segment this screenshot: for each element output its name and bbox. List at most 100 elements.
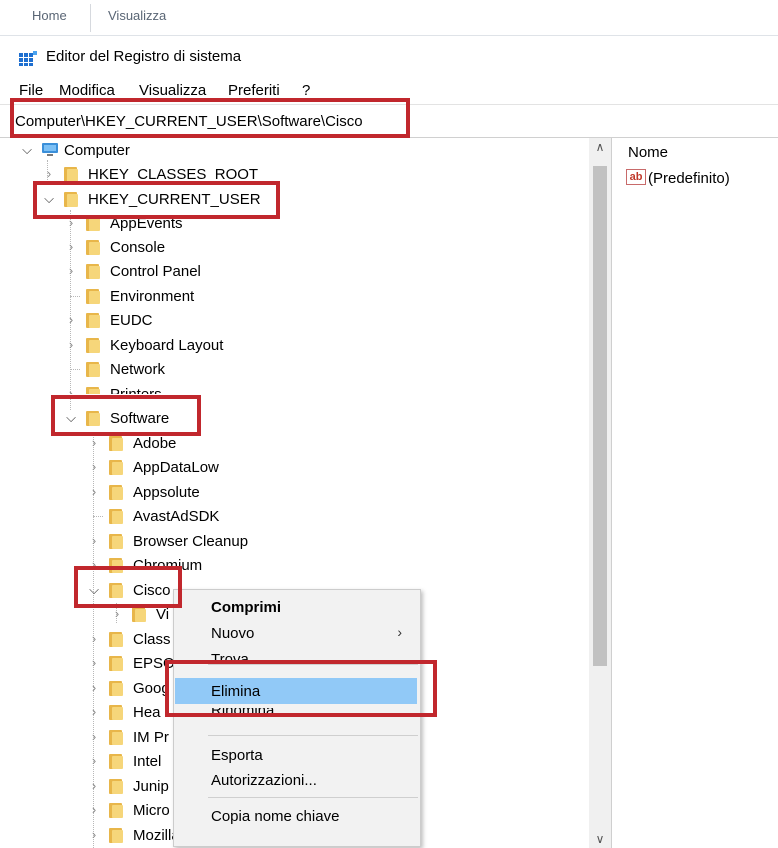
registry-editor-icon [19, 51, 37, 66]
value-name: (Predefinito) [648, 170, 730, 187]
highlight-address-bar [10, 98, 410, 138]
folder-icon [132, 606, 146, 622]
chevron-right-icon[interactable]: › [87, 630, 101, 648]
tree-label: Junip [133, 778, 169, 795]
folder-icon [109, 508, 123, 524]
folder-icon [86, 312, 100, 328]
ribbon: Home Visualizza [0, 0, 778, 36]
chevron-right-icon[interactable]: › [64, 385, 78, 394]
chevron-right-icon[interactable]: › [87, 434, 101, 452]
folder-icon [109, 778, 123, 794]
chevron-right-icon[interactable]: › [87, 532, 101, 550]
tree-node[interactable]: › EUDC [0, 308, 300, 332]
chevron-right-icon[interactable]: › [87, 483, 101, 501]
tree-label: EUDC [110, 312, 153, 329]
tree-node[interactable]: › Browser Cleanup [0, 529, 300, 553]
folder-icon [109, 729, 123, 745]
scroll-thumb[interactable] [593, 166, 607, 666]
chevron-right-icon[interactable]: › [87, 826, 101, 844]
menu-modifica[interactable]: Modifica [59, 82, 115, 99]
tree-node-computer[interactable]: ⌵ Computer [0, 138, 300, 162]
folder-icon [86, 263, 100, 279]
highlight-hkcu [33, 181, 280, 219]
menu-item-collapse[interactable]: Comprimi [174, 594, 420, 620]
tree-node[interactable]: › Console [0, 235, 300, 259]
tree-label: AppDataLow [133, 459, 219, 476]
chevron-right-icon[interactable]: › [87, 752, 101, 770]
string-value-icon: ab [626, 169, 646, 185]
folder-icon [86, 239, 100, 255]
chevron-right-icon[interactable]: › [87, 728, 101, 746]
chevron-right-icon[interactable]: › [87, 703, 101, 721]
tree-label: Hea [133, 704, 161, 721]
tree-label: Class [133, 631, 171, 648]
chevron-right-icon[interactable]: › [87, 777, 101, 795]
chevron-right-icon[interactable]: › [87, 654, 101, 672]
menu-help[interactable]: ? [302, 82, 310, 99]
menu-item-label: Nuovo [211, 625, 255, 642]
menu-file[interactable]: File [19, 82, 43, 99]
menu-item-permissions[interactable]: Autorizzazioni... [174, 767, 420, 793]
tree-label: AvastAdSDK [133, 508, 220, 525]
highlight-elimina [165, 660, 437, 717]
highlight-cisco [74, 566, 182, 608]
scroll-up-icon[interactable]: ∧ [589, 138, 611, 156]
chevron-right-icon[interactable]: › [87, 801, 101, 819]
folder-icon [86, 337, 100, 353]
menu-item-label: Autorizzazioni... [211, 772, 317, 789]
tree-label: Intel [133, 753, 162, 770]
submenu-arrow-icon: › [397, 624, 402, 640]
column-header-name[interactable]: Nome [628, 144, 668, 161]
tree-label: Network [110, 361, 166, 378]
menu-item-export[interactable]: Esporta [174, 742, 420, 768]
menu-item-new[interactable]: Nuovo › [174, 620, 420, 646]
tree-label: Computer [64, 142, 130, 159]
tree-label: IM Pr [133, 729, 169, 746]
folder-icon [64, 166, 78, 182]
tree-node[interactable]: › Printers [0, 382, 300, 394]
menu-item-label: Esporta [211, 747, 263, 764]
tree-node[interactable]: › AppDataLow [0, 455, 300, 479]
chevron-right-icon[interactable]: › [64, 336, 78, 354]
tree-label: Adobe [133, 435, 177, 452]
tree-node[interactable]: › Appsolute [0, 480, 300, 504]
menu-separator [208, 735, 418, 736]
folder-icon [86, 288, 100, 304]
folder-icon [86, 361, 100, 377]
tree-node[interactable]: › Control Panel [0, 259, 300, 283]
window-title: Editor del Registro di sistema [46, 48, 242, 65]
folder-icon [109, 704, 123, 720]
tab-home[interactable]: Home [32, 8, 67, 23]
menu-item-find[interactable]: Trova [174, 646, 420, 660]
folder-icon [86, 386, 100, 394]
tree-label: Printers [110, 386, 162, 394]
menu-item-copy-key-name[interactable]: Copia nome chiave [174, 803, 420, 829]
chevron-right-icon[interactable]: › [64, 311, 78, 329]
tree-node[interactable]: Environment [0, 284, 300, 308]
menu-preferiti[interactable]: Preferiti [228, 82, 280, 99]
menu-visualizza[interactable]: Visualizza [139, 82, 206, 99]
tree-label: Micro [133, 802, 170, 819]
menu-item-label: Trova [211, 651, 249, 660]
menu-item-label: Comprimi [211, 599, 282, 616]
chevron-down-icon[interactable]: ⌵ [20, 141, 34, 159]
folder-icon [109, 533, 123, 549]
chevron-right-icon[interactable]: › [64, 262, 78, 280]
tree-node[interactable]: Network [0, 357, 300, 381]
tree-node[interactable]: AvastAdSDK [0, 504, 300, 528]
tree-node[interactable]: › Keyboard Layout [0, 333, 300, 357]
title-bar: Editor del Registro di sistema [0, 36, 778, 76]
scroll-down-icon[interactable]: ∨ [589, 830, 611, 848]
menu-separator [208, 797, 418, 798]
folder-icon [109, 680, 123, 696]
tree-label: Keyboard Layout [110, 337, 224, 354]
tab-visualizza[interactable]: Visualizza [108, 8, 166, 23]
tree-scrollbar[interactable]: ∧ ∨ [589, 138, 611, 848]
folder-icon [109, 753, 123, 769]
folder-icon [109, 655, 123, 671]
chevron-right-icon[interactable]: › [64, 238, 78, 256]
chevron-right-icon[interactable]: › [87, 679, 101, 697]
folder-icon [109, 631, 123, 647]
chevron-right-icon[interactable]: › [87, 458, 101, 476]
tree-label: Control Panel [110, 263, 201, 280]
